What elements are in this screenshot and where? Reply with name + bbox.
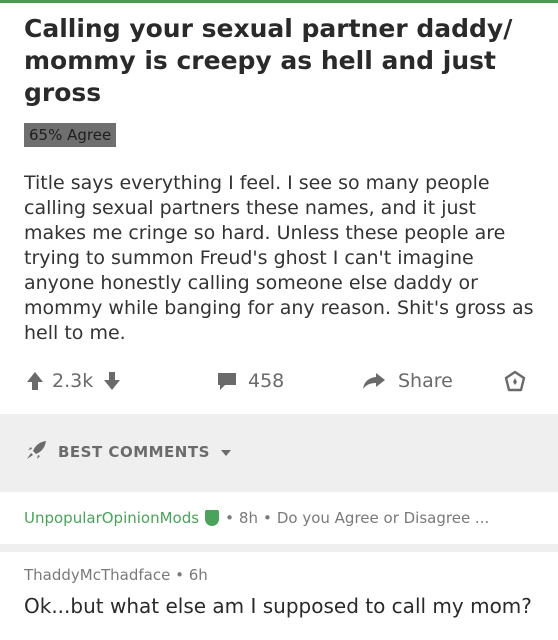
top-accent-line <box>0 0 558 3</box>
save-button[interactable] <box>504 370 526 392</box>
mod-comment-time: 8h <box>238 509 258 527</box>
dot-separator: • <box>262 509 272 527</box>
upvote-icon[interactable] <box>26 371 44 391</box>
sort-label: BEST COMMENTS <box>58 443 210 461</box>
vote-group: 2.3k <box>26 370 121 392</box>
post-actions-bar: 2.3k 458 Share <box>0 364 558 400</box>
dot-separator: • <box>225 509 234 527</box>
rocket-icon <box>26 440 48 464</box>
post-body: Title says everything I feel. I see so m… <box>24 172 534 344</box>
share-label: Share <box>398 370 453 392</box>
caret-down-icon <box>220 443 232 461</box>
comments-count: 458 <box>248 370 285 392</box>
sort-comments-dropdown[interactable]: BEST COMMENTS <box>26 440 232 464</box>
agree-badge: 65% Agree <box>24 123 117 147</box>
mod-author[interactable]: UnpopularOpinionMods <box>24 509 199 527</box>
comment-text: Ok...but what else am I supposed to call… <box>24 594 532 618</box>
comments-button[interactable]: 458 <box>216 370 284 392</box>
post-title[interactable]: Calling your sexual partner daddy/ mommy… <box>24 13 534 109</box>
comment: ThaddyMcThadface • 6h Ok...but what else… <box>24 566 558 618</box>
award-icon <box>504 370 526 392</box>
comment-author[interactable]: ThaddyMcThadface <box>24 566 170 584</box>
score-count: 2.3k <box>52 370 94 392</box>
moderator-shield-icon <box>205 510 220 526</box>
mod-comment-preview: Do you Agree or Disagree ... <box>276 509 490 527</box>
comment-meta: ThaddyMcThadface • 6h <box>24 566 558 584</box>
downvote-icon[interactable] <box>103 371 121 391</box>
dot-separator: • <box>175 566 189 584</box>
mod-comment-row[interactable]: UnpopularOpinionMods • 8h • Do you Agree… <box>0 492 558 552</box>
share-arrow-icon <box>362 371 386 391</box>
comment-bubble-icon <box>216 371 238 391</box>
comment-time: 6h <box>188 566 208 584</box>
share-button[interactable]: Share <box>362 370 453 392</box>
post: Calling your sexual partner daddy/ mommy… <box>0 13 558 346</box>
